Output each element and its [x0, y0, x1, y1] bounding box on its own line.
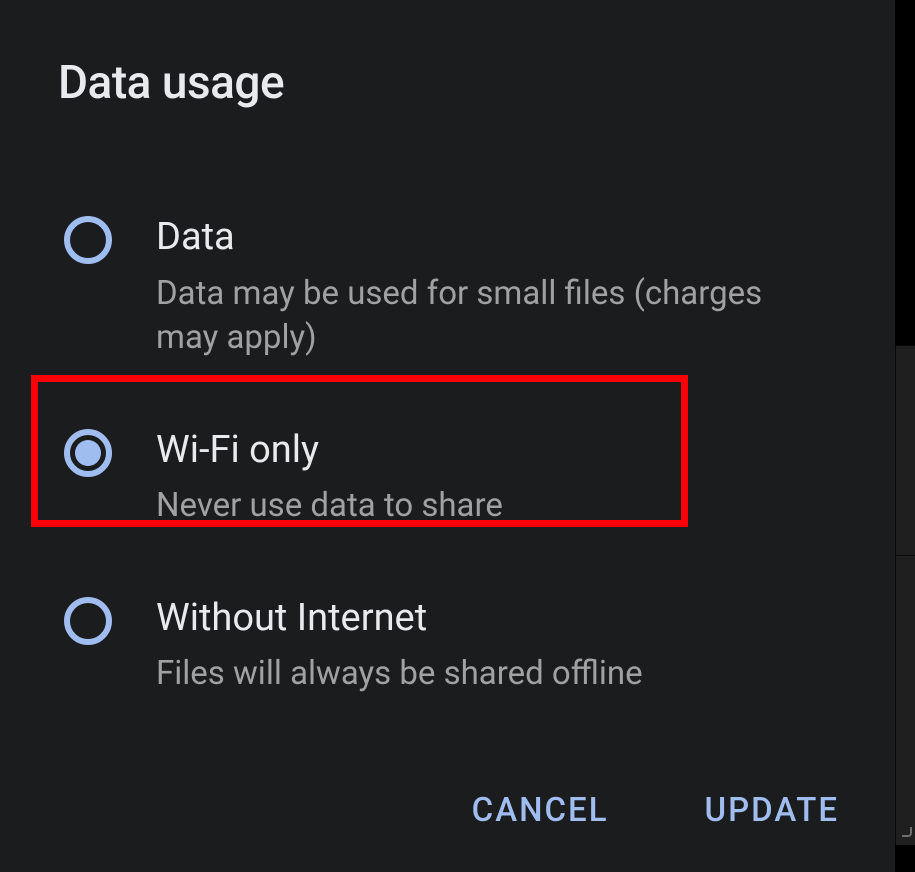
data-usage-dialog: Data usage Data Data may be used for sma…: [0, 0, 895, 872]
option-wifi-only[interactable]: Wi-Fi only Never use data to share: [64, 423, 837, 533]
option-label: Wi-Fi only: [156, 427, 503, 475]
update-button[interactable]: UPDATE: [701, 785, 843, 836]
dialog-buttons: CANCEL UPDATE: [468, 785, 843, 836]
option-text: Data Data may be used for small files (c…: [156, 214, 776, 361]
option-without-internet[interactable]: Without Internet Files will always be sh…: [64, 591, 837, 701]
cancel-button[interactable]: CANCEL: [468, 785, 613, 836]
radio-icon: [64, 597, 112, 645]
background-strip: [895, 0, 915, 872]
option-desc: Never use data to share: [156, 484, 503, 529]
option-desc: Files will always be shared offline: [156, 652, 643, 697]
background-panel-fragment: [895, 555, 915, 845]
option-label: Without Internet: [156, 595, 643, 643]
option-data[interactable]: Data Data may be used for small files (c…: [64, 210, 837, 365]
background-panel-fragment: [895, 345, 915, 555]
radio-icon: [64, 216, 112, 264]
dialog-title: Data usage: [58, 56, 837, 110]
option-text: Wi-Fi only Never use data to share: [156, 427, 503, 529]
option-desc: Data may be used for small files (charge…: [156, 272, 776, 361]
radio-icon-selected: [64, 429, 112, 477]
option-text: Without Internet Files will always be sh…: [156, 595, 643, 697]
option-label: Data: [156, 214, 776, 262]
options-group: Data Data may be used for small files (c…: [64, 210, 837, 701]
